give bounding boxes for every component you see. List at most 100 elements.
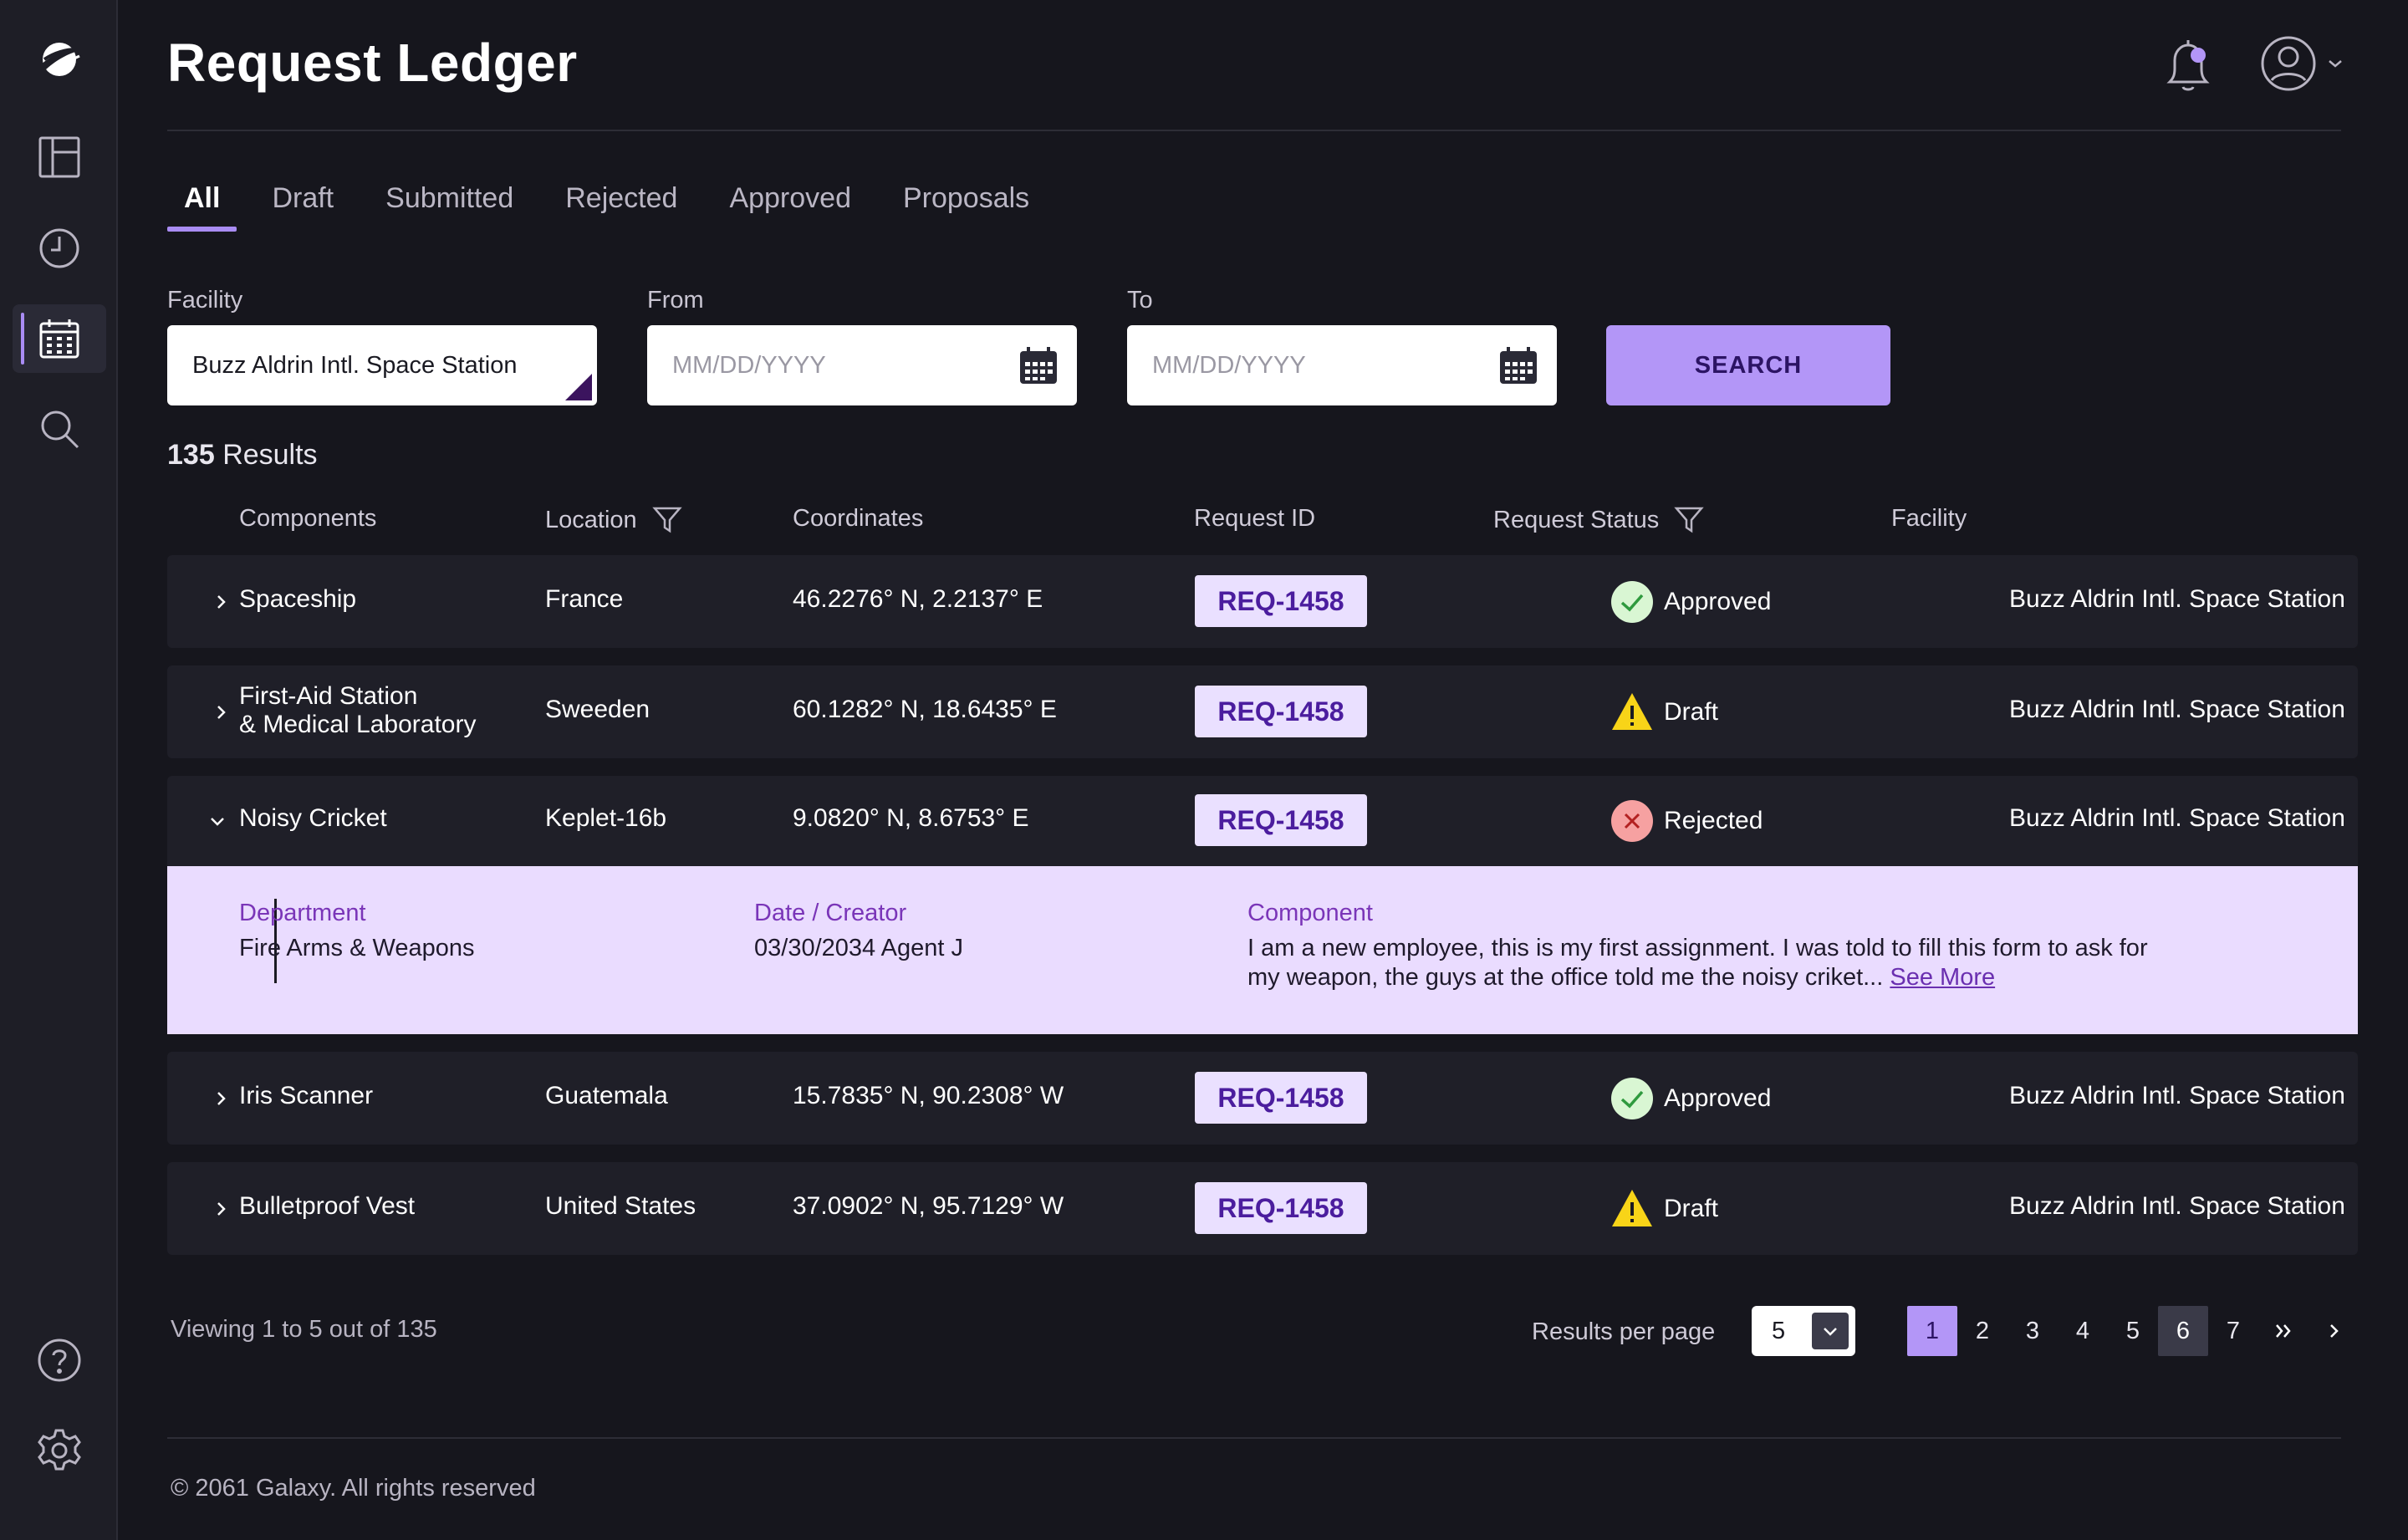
avatar-icon: [2261, 36, 2316, 91]
component-description-line-1: I am a new employee, this is my first as…: [1247, 935, 2148, 961]
component-description-text: my weapon, the guys at the office told m…: [1247, 964, 1884, 991]
tab-submitted[interactable]: Submitted: [385, 182, 513, 232]
table-row[interactable]: First-Aid Station & Medical Laboratory S…: [167, 665, 2358, 758]
last-page-button[interactable]: [2258, 1306, 2309, 1356]
page-4[interactable]: 4: [2058, 1306, 2108, 1356]
logo-mark: [41, 43, 80, 76]
select-corner-icon: [565, 374, 592, 400]
facility-label: Facility: [167, 287, 243, 314]
results-label: Results: [222, 439, 318, 471]
header-location: Location: [545, 505, 682, 535]
chevron-right-icon[interactable]: [211, 1089, 231, 1109]
header-divider: [167, 130, 2341, 131]
tab-approved[interactable]: Approved: [729, 182, 851, 232]
header-request-id: Request ID: [1194, 505, 1315, 533]
calendar-icon[interactable]: [13, 304, 106, 373]
page-5[interactable]: 5: [2108, 1306, 2158, 1356]
cell-status: Approved: [1610, 1077, 1771, 1120]
request-id-badge[interactable]: REQ-1458: [1195, 794, 1367, 846]
page-title: Request Ledger: [167, 33, 578, 93]
facility-select[interactable]: Buzz Aldrin Intl. Space Station: [167, 325, 597, 405]
component-description: I am a new employee, this is my first as…: [1247, 934, 2284, 992]
search-button[interactable]: SEARCH: [1606, 325, 1890, 405]
notification-bell-icon[interactable]: [2158, 33, 2218, 97]
header-coordinates: Coordinates: [793, 505, 923, 533]
chevron-right-icon[interactable]: [211, 1199, 231, 1219]
layout-icon[interactable]: [13, 123, 106, 191]
page-3[interactable]: 3: [2008, 1306, 2058, 1356]
tab-rejected[interactable]: Rejected: [565, 182, 677, 232]
help-icon[interactable]: [13, 1326, 106, 1395]
to-label: To: [1127, 287, 1153, 314]
filter-icon[interactable]: [651, 505, 682, 535]
from-label: From: [647, 287, 704, 314]
header-request-id-label: Request ID: [1194, 505, 1316, 532]
from-date-field[interactable]: MM/DD/YYYY: [647, 325, 1077, 405]
request-id-badge[interactable]: REQ-1458: [1195, 1072, 1367, 1124]
status-tabs: All Draft Submitted Rejected Approved Pr…: [167, 182, 1081, 232]
calendar-icon[interactable]: [1498, 345, 1538, 385]
header-components[interactable]: Components: [239, 505, 376, 533]
header-request-status: Request Status: [1493, 505, 1705, 535]
double-chevron-right-icon: [2276, 1324, 2291, 1338]
next-page-button[interactable]: [2309, 1306, 2359, 1356]
tab-all[interactable]: All: [167, 182, 237, 232]
page-7[interactable]: 7: [2208, 1306, 2258, 1356]
status-label: Approved: [1664, 588, 1772, 615]
cell-facility: Buzz Aldrin Intl. Space Station: [2009, 1082, 2345, 1109]
table-row[interactable]: Bulletproof Vest United States 37.0902° …: [167, 1162, 2358, 1255]
search-icon[interactable]: [13, 395, 106, 463]
chevron-down-icon: [1824, 1328, 1837, 1336]
clock-icon[interactable]: [13, 214, 106, 283]
cell-status: Approved: [1610, 580, 1771, 624]
cell-coordinates: 9.0820° N, 8.6753° E: [793, 804, 1029, 832]
status-label: Approved: [1664, 1084, 1772, 1112]
user-menu[interactable]: [2258, 33, 2350, 94]
cell-component: Spaceship: [239, 585, 357, 613]
results-per-page-label: Results per page: [1532, 1318, 1716, 1345]
table-row-expanded[interactable]: Noisy Cricket Keplet-16b 9.0820° N, 8.67…: [167, 776, 2358, 866]
cell-location: Sweeden: [545, 696, 650, 723]
calendar-icon[interactable]: [1018, 345, 1059, 385]
see-more-link[interactable]: See More: [1890, 964, 1995, 991]
galaxy-logo-icon[interactable]: [13, 25, 106, 94]
tab-proposals[interactable]: Proposals: [903, 182, 1029, 232]
component-label: Component: [1247, 900, 1373, 926]
status-label: Rejected: [1664, 807, 1763, 834]
request-id-badge[interactable]: REQ-1458: [1195, 686, 1367, 737]
filter-icon[interactable]: [1674, 505, 1705, 535]
gear-icon[interactable]: [13, 1416, 106, 1485]
header-coordinates-label: Coordinates: [793, 505, 924, 532]
viewing-summary: Viewing 1 to 5 out of 135: [171, 1316, 437, 1343]
page-2[interactable]: 2: [1957, 1306, 2008, 1356]
cell-status: Draft: [1610, 1187, 1718, 1231]
cell-location: United States: [545, 1192, 696, 1220]
date-creator-label: Date / Creator: [754, 900, 907, 926]
chevron-right-icon[interactable]: [211, 702, 231, 722]
page-6[interactable]: 6: [2158, 1306, 2208, 1356]
cell-status: Rejected: [1610, 799, 1763, 843]
chevron-right-icon[interactable]: [211, 592, 231, 612]
request-id-badge[interactable]: REQ-1458: [1195, 1182, 1367, 1234]
to-date-field[interactable]: MM/DD/YYYY: [1127, 325, 1557, 405]
table-row[interactable]: Spaceship France 46.2276° N, 2.2137° E R…: [167, 555, 2358, 648]
warning-icon: [1612, 693, 1652, 730]
cell-component: Noisy Cricket: [239, 804, 387, 832]
tab-draft[interactable]: Draft: [272, 182, 334, 232]
cell-component: Iris Scanner: [239, 1082, 374, 1109]
request-id-badge[interactable]: REQ-1458: [1195, 575, 1367, 627]
cell-facility: Buzz Aldrin Intl. Space Station: [2009, 585, 2345, 613]
chevron-down-icon[interactable]: [207, 811, 227, 831]
copyright: © 2061 Galaxy. All rights reserved: [171, 1475, 536, 1502]
cell-component: Bulletproof Vest: [239, 1192, 416, 1220]
table-row[interactable]: Iris Scanner Guatemala 15.7835° N, 90.23…: [167, 1052, 2358, 1145]
cell-status: Draft: [1610, 691, 1718, 734]
component-description-line-2: my weapon, the guys at the office told m…: [1247, 963, 2284, 992]
page-1[interactable]: 1: [1907, 1306, 1957, 1356]
dropdown-button[interactable]: [1812, 1313, 1849, 1349]
results-per-page-select[interactable]: 5: [1752, 1306, 1855, 1356]
cell-coordinates: 37.0902° N, 95.7129° W: [793, 1192, 1064, 1220]
department-value: Fire Arms & Weapons: [239, 935, 475, 961]
status-label: Draft: [1664, 1195, 1719, 1222]
check-circle-icon: [1611, 581, 1653, 623]
